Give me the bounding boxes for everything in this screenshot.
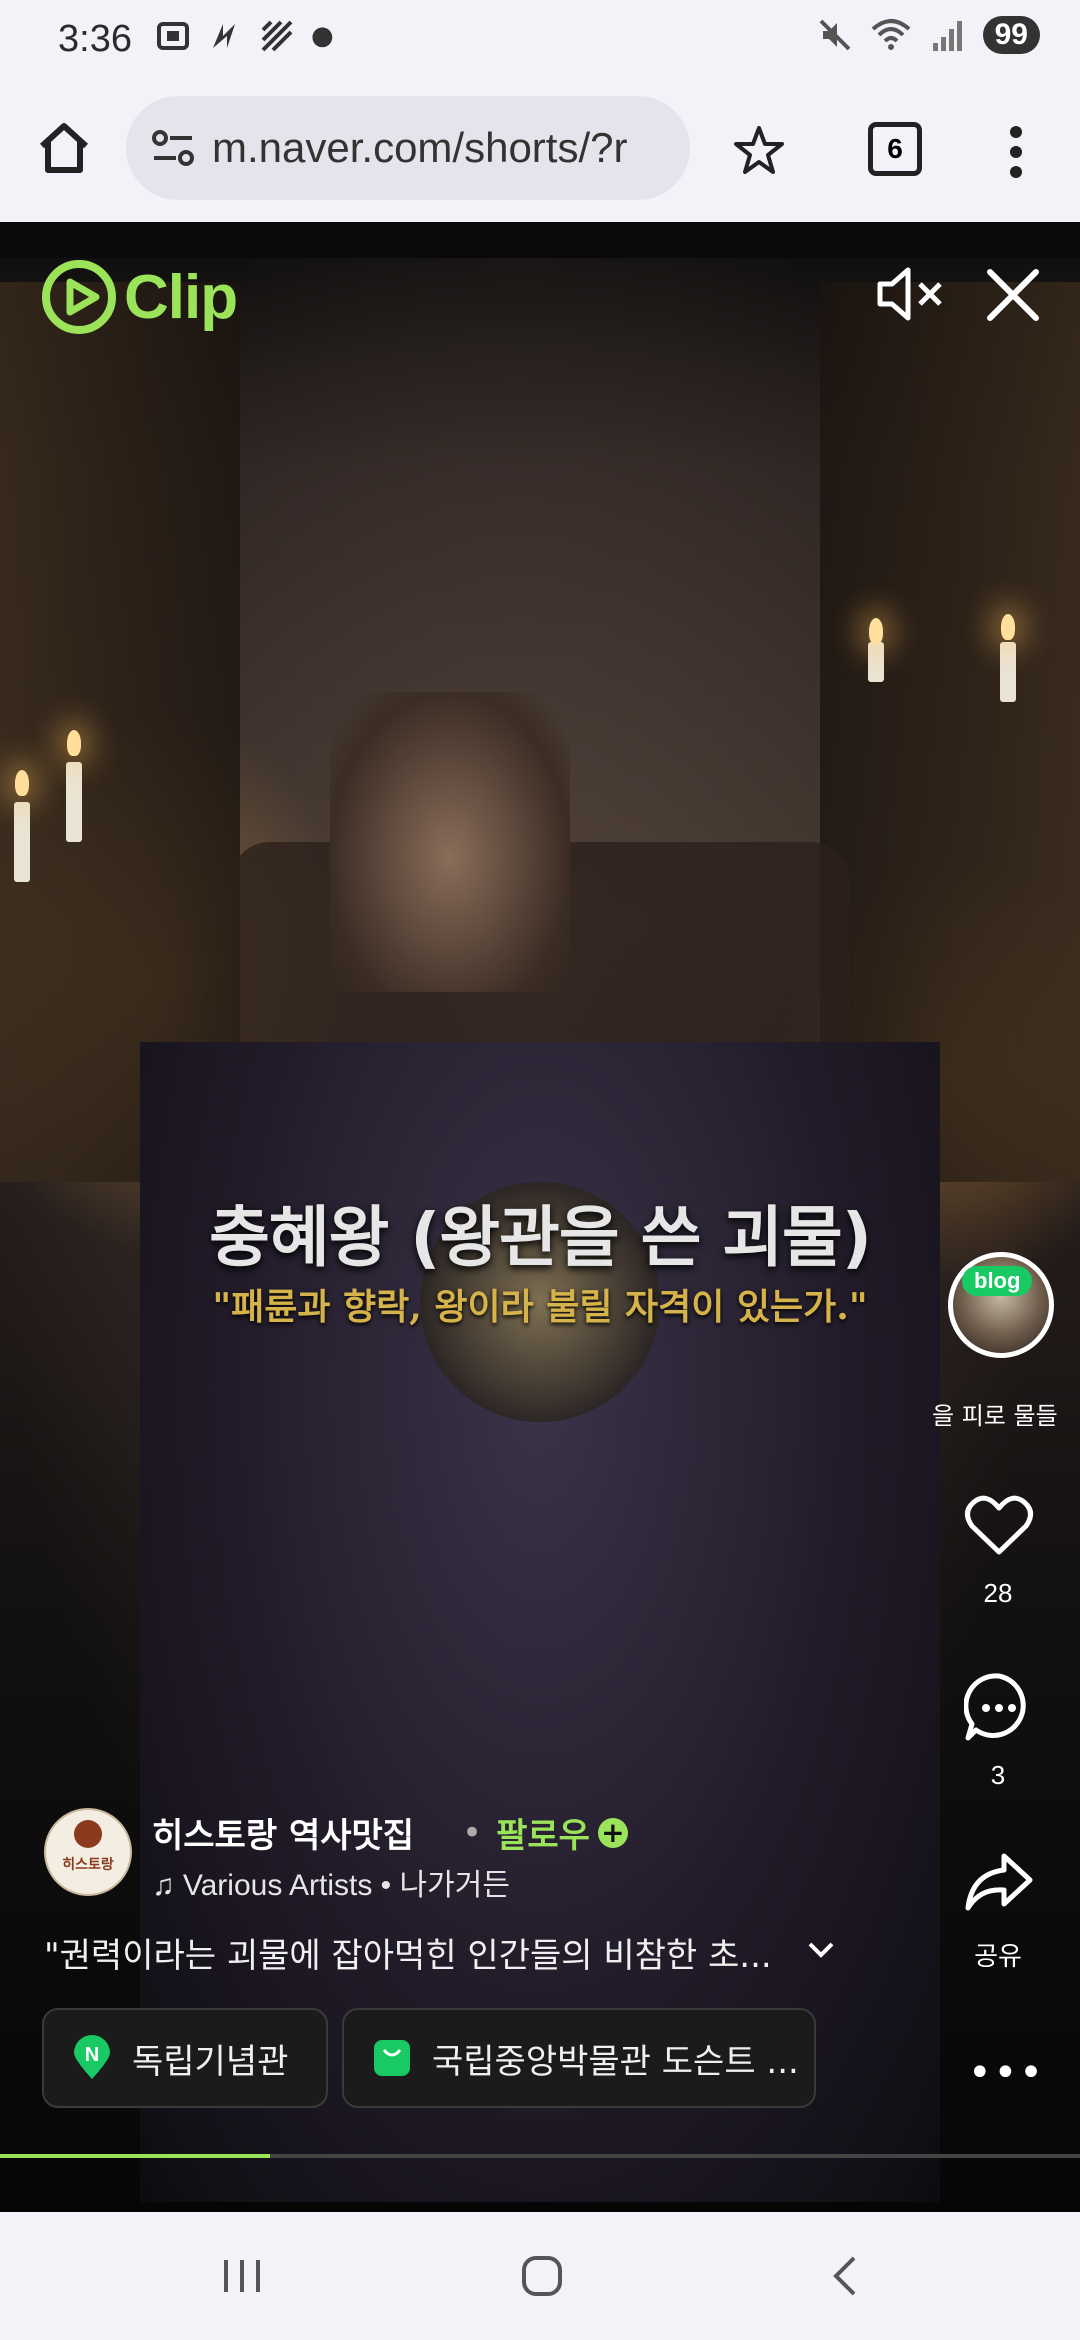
comment-icon[interactable] [964,1672,1034,1742]
map-pin-icon: N [74,2035,110,2079]
candle [868,642,884,682]
close-icon[interactable] [984,266,1042,324]
music-text[interactable]: Various Artists • 나가거든 [183,1869,510,1902]
screenshot-icon [157,22,189,50]
avatar-text: 히스토랑 [62,1857,114,1873]
music-info[interactable]: ♫ Various Artists • 나가거든 [152,1860,510,1904]
system-nav-bar [0,2212,1080,2340]
striped-icon [261,20,293,52]
status-right-icons: 99 [817,16,1040,54]
product-chip[interactable]: 국립중앙박물관 도슨트 ... [342,2008,816,2108]
back-nav-icon[interactable] [830,2254,860,2298]
more-options-icon[interactable]: ••• [968,2050,1045,2096]
separator-dot: • [462,1812,483,1853]
channel-info: 히스토랑 히스토랑 역사맛집 • 팔로우 + ♫ Various Artists… [44,1808,924,1902]
recent-apps-icon[interactable] [220,2256,264,2296]
clip-logo: Clip [40,258,238,336]
candle [14,802,30,882]
channel-avatar[interactable]: 히스토랑 [44,1808,132,1896]
music-note-icon: ♫ [152,1869,183,1902]
blog-caption[interactable]: 을 피로 물들 [932,1396,1080,1431]
clip-logo-text: Clip [124,262,238,332]
tab-switcher-button[interactable]: 6 [868,122,922,176]
more-menu-icon[interactable] [1004,122,1028,182]
mute-status-icon [819,19,851,51]
candle [66,762,82,842]
no-charge-icon [213,24,235,48]
mute-toggle-icon[interactable] [876,262,948,326]
king-figure [330,692,570,992]
status-bar: 3:36 ● 99 [0,0,1080,82]
shopping-bag-icon [374,2040,410,2076]
svg-text:N: N [85,2044,99,2066]
signal-icon [932,21,962,51]
video-description[interactable]: "권력이라는 괴물에 잡아먹힌 인간들의 비참한 초... [44,1928,864,1977]
follow-plus-icon[interactable]: + [597,1817,628,1848]
candle-flame [67,730,81,756]
follow-label[interactable]: 팔로우 [496,1808,590,1857]
comment-count: 3 [990,1760,1006,1790]
product-chip-label[interactable]: 국립중앙박물관 도슨트 ... [432,2034,799,2083]
home-nav-icon[interactable] [520,2254,564,2298]
follow-button[interactable]: • 팔로우 + [462,1808,628,1857]
heart-icon[interactable] [964,1494,1034,1558]
avatar-emblem-icon [74,1820,102,1848]
wifi-icon [871,19,910,50]
clip-play-icon [42,260,116,334]
notification-dot-icon: ● [311,21,334,51]
share-label[interactable]: 공유 [938,1936,1058,1973]
battery-indicator: 99 [982,16,1040,54]
candle [1000,642,1016,702]
star-bookmark-icon[interactable] [732,124,786,178]
home-icon[interactable] [34,118,94,178]
like-count: 28 [983,1578,1013,1608]
video-progress-bar[interactable] [0,2154,1080,2158]
place-chip[interactable]: N 독립기념관 [42,2008,328,2108]
share-icon[interactable] [964,1852,1034,1912]
video-overlay-subtitle: "패륜과 향락, 왕이라 불릴 자격이 있는가." [212,1286,868,1328]
place-chip-label[interactable]: 독립기념관 [132,2034,288,2083]
video-progress-fill [0,2154,270,2158]
url-bar[interactable]: m.naver.com/shorts/?r [126,96,690,200]
browser-toolbar: m.naver.com/shorts/?r 6 [0,82,1080,222]
blog-badge: blog [962,1266,1033,1296]
video-overlay-title: 충혜왕 (왕관을 쓴 괴물) [209,1199,872,1276]
candle-flame [15,770,29,796]
url-text[interactable]: m.naver.com/shorts/?r [212,124,676,172]
chevron-down-icon[interactable] [806,1940,836,1960]
site-settings-icon[interactable] [152,130,194,166]
video-top-strip [0,222,1080,258]
video-player[interactable]: Clip 충혜왕 (왕관을 쓴 괴물) "패륜과 향락, 왕이라 불릴 자격이 … [0,222,1080,2222]
candle-flame [1001,614,1015,640]
status-time: 3:36 [58,18,132,60]
channel-name[interactable]: 히스토랑 역사맛집 [152,1808,414,1857]
status-left-icons: ● [155,18,334,54]
candle-flame [869,618,883,644]
